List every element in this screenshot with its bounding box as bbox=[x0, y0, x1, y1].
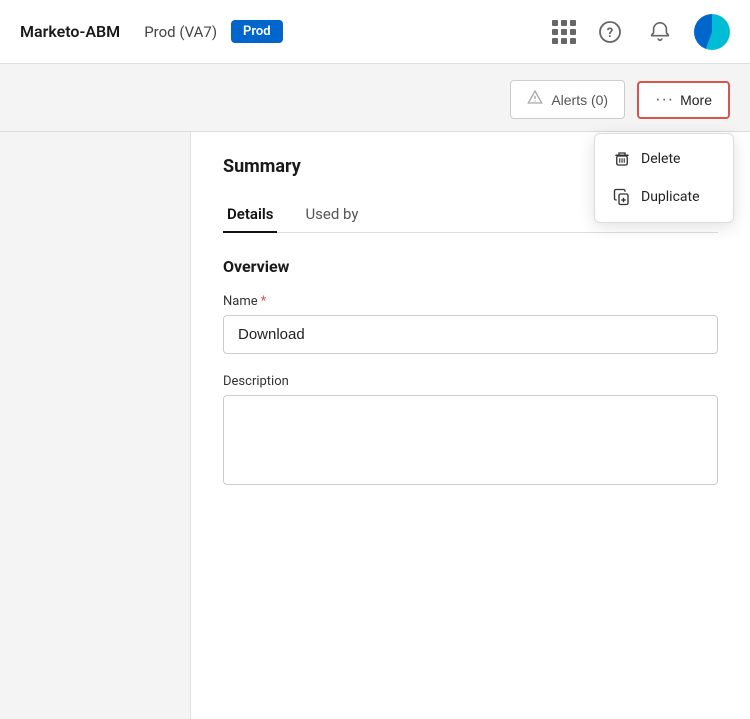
duplicate-menu-item[interactable]: Duplicate bbox=[595, 178, 733, 216]
required-star: * bbox=[261, 294, 267, 309]
svg-text:?: ? bbox=[607, 26, 613, 41]
alert-triangle-icon bbox=[527, 89, 543, 110]
more-dots-icon: ··· bbox=[655, 91, 674, 109]
description-textarea[interactable] bbox=[223, 395, 718, 485]
description-label: Description bbox=[223, 374, 718, 389]
description-field-group: Description bbox=[223, 374, 718, 489]
duplicate-label: Duplicate bbox=[641, 189, 700, 205]
name-label: Name* bbox=[223, 294, 718, 309]
duplicate-icon bbox=[613, 188, 631, 206]
overview-title: Overview bbox=[223, 257, 718, 276]
nav-prod-badge[interactable]: Prod bbox=[231, 20, 283, 43]
alerts-button[interactable]: Alerts (0) bbox=[510, 80, 625, 119]
more-button[interactable]: ··· More bbox=[637, 81, 730, 119]
trash-icon bbox=[613, 150, 631, 168]
user-avatar[interactable] bbox=[694, 14, 730, 50]
name-input[interactable] bbox=[223, 315, 718, 354]
navbar: Marketo-ABM Prod (VA7) Prod ? bbox=[0, 0, 750, 64]
delete-label: Delete bbox=[641, 151, 680, 167]
delete-menu-item[interactable]: Delete bbox=[595, 140, 733, 178]
more-dropdown-menu: Delete Duplicate bbox=[594, 133, 734, 223]
nav-brand: Marketo-ABM bbox=[20, 22, 120, 41]
tab-used-by[interactable]: Used by bbox=[301, 197, 362, 233]
alerts-label: Alerts (0) bbox=[551, 92, 608, 108]
nav-icons: ? bbox=[552, 14, 730, 50]
nav-env-label: Prod (VA7) bbox=[144, 23, 217, 41]
grid-icon[interactable] bbox=[552, 20, 576, 44]
help-icon[interactable]: ? bbox=[594, 16, 626, 48]
name-field-group: Name* bbox=[223, 294, 718, 374]
left-sidebar bbox=[0, 132, 190, 719]
bell-icon[interactable] bbox=[644, 16, 676, 48]
toolbar: Alerts (0) ··· More Delete Dupl bbox=[0, 64, 750, 132]
tab-details[interactable]: Details bbox=[223, 197, 277, 233]
more-label: More bbox=[680, 92, 712, 108]
